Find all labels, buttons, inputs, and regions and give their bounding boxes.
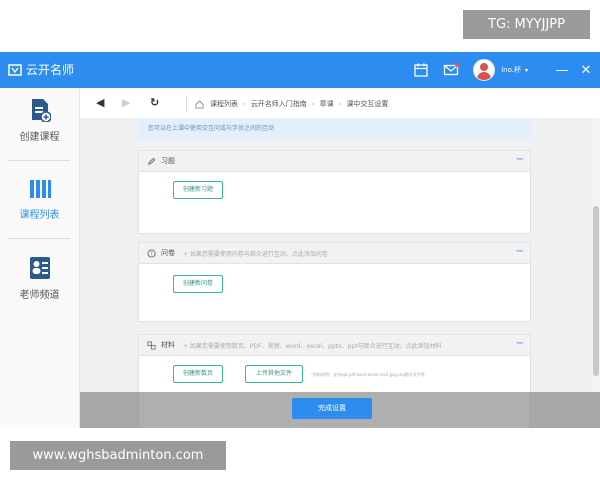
collapse-icon[interactable]: − — [516, 155, 524, 165]
mail-icon[interactable] — [443, 62, 460, 78]
breadcrumb-item: 课中交互设置 — [346, 100, 389, 108]
teacher-channel-icon — [29, 257, 50, 279]
question-panel-header[interactable]: ? 问卷 + 如果您需要使用问卷与观众进行互动，点此添加问卷 − — [139, 243, 530, 264]
breadcrumb-item[interactable]: 课程列表 — [210, 99, 238, 109]
calendar-icon[interactable] — [413, 62, 429, 78]
baidu-watermark-site: jingyan.baidu.com — [462, 452, 564, 465]
create-question-button[interactable]: 创建新问卷 — [173, 275, 223, 293]
breadcrumb-separator: › — [311, 100, 315, 108]
sidebar-item-label: 老师频道 — [19, 290, 60, 301]
sidebar-item-label: 创建课程 — [19, 132, 60, 143]
back-button[interactable]: ◀ — [96, 96, 104, 109]
sidebar-divider — [8, 238, 70, 239]
file-format-note: *材料说明：支持ppt,pdf,word,excel,mp4,jpg,png格式… — [311, 372, 425, 377]
bottom-left-watermark: www.wghsbadminton.com — [10, 441, 226, 470]
material-add-hint[interactable]: + 如果您需要使用数页、PDF、视频、word、excel、pptx、ppt与观… — [183, 341, 442, 350]
collapse-icon[interactable]: − — [516, 339, 524, 349]
breadcrumb: 课程列表 › 云开名师入门指南 › 章课 › 课中交互设置 — [186, 96, 388, 112]
forward-button[interactable]: ▶ — [122, 96, 130, 109]
main-content: 您可以在上课中使用交互问或与学员之间的互动 习题 − 创建新习题 ? 问卷 + … — [80, 118, 600, 428]
create-exercise-button[interactable]: 创建新习题 — [173, 181, 223, 199]
material-icon — [147, 340, 156, 350]
avatar[interactable] — [473, 59, 496, 81]
course-list-icon — [29, 180, 51, 198]
app-name: 云开名师 — [26, 63, 75, 77]
breadcrumb-separator: › — [243, 100, 246, 108]
refresh-button[interactable]: ↻ — [150, 96, 159, 109]
notice-banner: 您可以在上课中使用交互问或与学员之间的互动 — [138, 118, 531, 139]
logo-icon — [8, 63, 22, 76]
breadcrumb-item[interactable]: 云开名师入门指南 — [251, 99, 307, 109]
create-course-icon — [31, 99, 51, 122]
sidebar-divider — [8, 160, 70, 161]
minimize-button[interactable]: — — [552, 63, 572, 78]
question-icon: ? — [147, 248, 156, 257]
scrollbar-thumb[interactable] — [593, 206, 599, 376]
sidebar-item-teacher-channel[interactable]: 老师频道 — [0, 256, 79, 301]
top-right-watermark: TG: MYYJJPP — [463, 10, 590, 39]
baidu-watermark: Bai 经验 jingyan.baidu.com — [462, 407, 592, 467]
breadcrumb-item[interactable]: 章课 — [320, 99, 334, 109]
exercise-panel: 习题 − 创建新习题 — [138, 150, 531, 234]
svg-text:?: ? — [150, 251, 153, 257]
sidebar-item-create-course[interactable]: 创建课程 — [0, 98, 79, 143]
question-panel: ? 问卷 + 如果您需要使用问卷与观众进行互动，点此添加问卷 − 创建新问卷 — [138, 242, 531, 322]
sidebar: 创建课程 课程列表 老师频道 — [0, 88, 80, 428]
app-logo: 云开名师 — [8, 61, 74, 78]
exercise-panel-title: 习题 — [161, 157, 175, 165]
exercise-panel-header[interactable]: 习题 − — [139, 151, 530, 172]
scrollbar[interactable] — [592, 118, 600, 392]
upload-file-button[interactable]: 上传其他文件 — [245, 365, 303, 383]
question-add-hint[interactable]: + 如果您需要使用问卷与观众进行互动，点此添加问卷 — [183, 249, 328, 258]
collapse-icon[interactable]: − — [516, 247, 524, 257]
sidebar-item-course-list[interactable]: 课程列表 — [0, 178, 79, 221]
material-panel-title: 材料 — [161, 341, 175, 349]
question-panel-title: 问卷 — [161, 249, 175, 257]
title-bar: 云开名师 lno.杯 ▾ — ✕ — [0, 52, 600, 88]
pencil-icon — [148, 157, 156, 165]
sidebar-item-label: 课程列表 — [19, 210, 60, 221]
close-button[interactable]: ✕ — [576, 63, 596, 78]
nav-bar: ◀ ▶ ↻ 课程列表 › 云开名师入门指南 › 章课 › 课中交互设置 — [80, 88, 600, 118]
chevron-down-icon[interactable]: ▾ — [525, 67, 528, 74]
home-icon[interactable] — [195, 99, 204, 109]
user-name[interactable]: lno.杯 — [501, 65, 521, 75]
material-panel-header[interactable]: 材料 + 如果您需要使用数页、PDF、视频、word、excel、pptx、pp… — [139, 335, 530, 356]
breadcrumb-separator: › — [338, 100, 342, 108]
complete-settings-button[interactable]: 完成设置 — [292, 398, 372, 419]
app-window: 云开名师 lno.杯 ▾ — ✕ 创建课程 课程列表 老师频道 ◀ ▶ ↻ 课程… — [0, 52, 600, 465]
create-page-button[interactable]: 创建新数页 — [173, 365, 223, 383]
